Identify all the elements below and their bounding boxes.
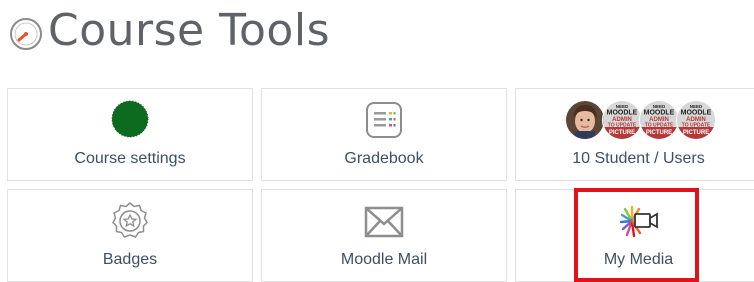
- placeholder-text: NEED: [689, 104, 702, 109]
- gauge-icon: [10, 18, 42, 50]
- placeholder-text: MOODLE: [643, 110, 674, 117]
- placeholder-text: PICTURE: [682, 130, 708, 136]
- user-avatars: NEED MOODLE ADMIN TO UPDATE PICTURE NEED…: [564, 100, 716, 140]
- tile-my-media[interactable]: My Media: [515, 189, 754, 282]
- placeholder-text: TO UPDATE: [644, 123, 673, 129]
- tile-label: 10 Student / Users: [572, 150, 705, 167]
- avatar: [564, 100, 605, 140]
- placeholder-text: PICTURE: [608, 130, 634, 136]
- course-settings-icon: [111, 100, 149, 138]
- tile-label: Moodle Mail: [340, 251, 428, 268]
- tile-badges[interactable]: Badges: [7, 189, 253, 282]
- mail-envelope-icon: [364, 206, 404, 238]
- avatar-placeholder: NEED MOODLE ADMIN TO UPDATE PICTURE: [601, 100, 642, 140]
- tile-label: Course settings: [74, 150, 186, 167]
- video-camera-icon: [620, 205, 658, 238]
- tile-students-users[interactable]: NEED MOODLE ADMIN TO UPDATE PICTURE NEED…: [515, 88, 754, 181]
- tile-gradebook[interactable]: Gradebook: [261, 88, 507, 181]
- placeholder-text: TO UPDATE: [681, 123, 710, 129]
- gradebook-icon: [366, 102, 402, 138]
- page-title: Course Tools: [48, 5, 330, 56]
- avatar-placeholder: NEED MOODLE ADMIN TO UPDATE PICTURE: [638, 100, 679, 140]
- placeholder-text: MOODLE: [606, 110, 637, 117]
- badge-icon: [112, 202, 148, 238]
- tile-moodle-mail[interactable]: Moodle Mail: [261, 189, 507, 282]
- placeholder-text: MOODLE: [680, 110, 711, 117]
- placeholder-text: TO UPDATE: [607, 123, 636, 129]
- tile-label: Gradebook: [344, 150, 424, 167]
- tile-label: My Media: [603, 251, 674, 268]
- tile-label: Badges: [102, 251, 158, 268]
- placeholder-text: PICTURE: [645, 130, 671, 136]
- placeholder-text: NEED: [652, 104, 665, 109]
- page-header: Course Tools: [8, 6, 330, 56]
- avatar-placeholder: NEED MOODLE ADMIN TO UPDATE PICTURE: [675, 100, 716, 140]
- placeholder-text: NEED: [615, 104, 628, 109]
- tile-course-settings[interactable]: Course settings: [7, 88, 253, 181]
